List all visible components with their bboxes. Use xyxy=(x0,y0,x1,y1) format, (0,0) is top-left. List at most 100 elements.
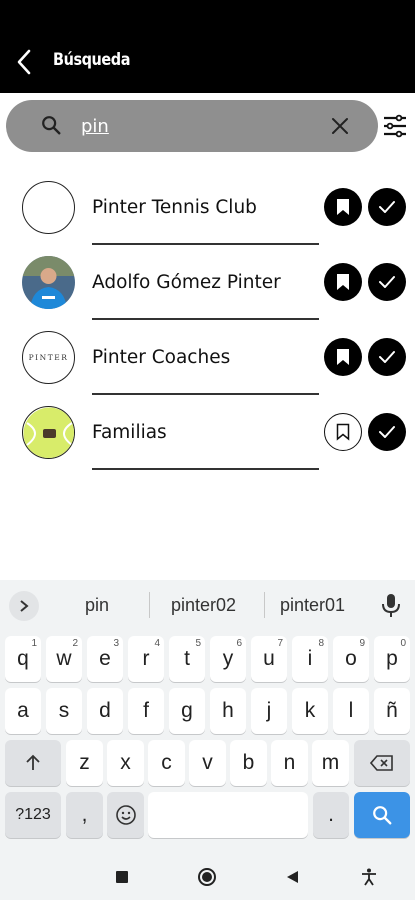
divider xyxy=(92,468,319,470)
suggestion[interactable]: pinter01 xyxy=(280,595,345,616)
expand-toolbar-button[interactable] xyxy=(9,591,39,621)
recents-button[interactable] xyxy=(110,865,134,889)
key-r[interactable]: r4 xyxy=(128,636,164,682)
accessibility-button[interactable] xyxy=(357,865,381,889)
key-t[interactable]: t5 xyxy=(169,636,205,682)
divider xyxy=(92,318,319,320)
key-hint: 2 xyxy=(72,638,78,649)
accessibility-icon xyxy=(362,868,376,886)
home-button[interactable] xyxy=(195,865,219,889)
result-item[interactable]: Familias xyxy=(0,406,415,481)
bookmark-icon xyxy=(337,349,349,365)
key-n[interactable]: n xyxy=(271,740,308,786)
avatar xyxy=(22,406,75,459)
period-key[interactable]: . xyxy=(313,792,349,838)
triangle-left-icon xyxy=(286,871,298,883)
key-w[interactable]: w2 xyxy=(46,636,82,682)
avatar xyxy=(22,181,75,234)
space-key[interactable] xyxy=(148,792,308,838)
key-i[interactable]: i8 xyxy=(292,636,328,682)
key-u[interactable]: u7 xyxy=(251,636,287,682)
check-icon xyxy=(379,276,395,288)
suggestion[interactable]: pinter02 xyxy=(171,595,236,616)
comma-key[interactable]: , xyxy=(66,792,103,838)
square-icon xyxy=(116,871,128,883)
person-photo-icon xyxy=(22,256,75,309)
search-bar[interactable] xyxy=(6,100,378,152)
result-item[interactable]: Pinter Tennis Club xyxy=(0,181,415,256)
result-name: Familias xyxy=(92,422,167,443)
key-z[interactable]: z xyxy=(66,740,103,786)
check-icon xyxy=(379,426,395,438)
key-hint: 3 xyxy=(113,638,119,649)
search-enter-key[interactable] xyxy=(354,792,410,838)
back-button[interactable] xyxy=(10,46,38,78)
key-c[interactable]: c xyxy=(148,740,185,786)
filter-lines-icon[interactable] xyxy=(382,113,408,139)
key-p[interactable]: p0 xyxy=(374,636,410,682)
key-hint: 1 xyxy=(31,638,37,649)
microphone-icon[interactable] xyxy=(380,592,402,618)
key-e[interactable]: e3 xyxy=(87,636,123,682)
follow-check-button[interactable] xyxy=(368,188,406,226)
tennis-ball-icon xyxy=(23,407,74,458)
key-s[interactable]: s xyxy=(46,688,82,734)
key-d[interactable]: d xyxy=(87,688,123,734)
follow-check-button[interactable] xyxy=(368,338,406,376)
check-icon xyxy=(379,201,395,213)
result-name: Pinter Tennis Club xyxy=(92,197,257,218)
search-input[interactable] xyxy=(81,112,311,140)
suggestion-bar: pin pinter02 pinter01 xyxy=(0,580,415,630)
key-label: i xyxy=(307,647,313,670)
key-f[interactable]: f xyxy=(128,688,164,734)
follow-check-button[interactable] xyxy=(368,263,406,301)
backspace-key[interactable] xyxy=(354,740,410,786)
search-icon xyxy=(373,806,392,825)
shift-arrow-icon xyxy=(26,754,40,770)
key-hint: 8 xyxy=(318,638,324,649)
key-q[interactable]: q1 xyxy=(5,636,41,682)
key-l[interactable]: l xyxy=(333,688,369,734)
shift-key[interactable] xyxy=(5,740,61,786)
key-h[interactable]: h xyxy=(210,688,246,734)
key-v[interactable]: v xyxy=(189,740,226,786)
bookmark-button[interactable] xyxy=(324,263,362,301)
nav-back-button[interactable] xyxy=(280,865,304,889)
close-icon[interactable] xyxy=(328,114,352,138)
key-j[interactable]: j xyxy=(251,688,287,734)
app-header: Búsqueda xyxy=(0,0,415,93)
key-label: r xyxy=(142,647,150,670)
symbols-key[interactable]: ?123 xyxy=(5,792,61,838)
divider xyxy=(149,592,150,618)
search-icon xyxy=(42,116,61,135)
key-label: w xyxy=(56,647,72,670)
key-m[interactable]: m xyxy=(312,740,349,786)
key-o[interactable]: o9 xyxy=(333,636,369,682)
key-g[interactable]: g xyxy=(169,688,205,734)
result-item[interactable]: PINTER Pinter Coaches xyxy=(0,331,415,406)
key-label: y xyxy=(222,647,234,670)
chevron-right-icon xyxy=(20,600,29,612)
smiley-icon xyxy=(115,805,136,825)
emoji-key[interactable] xyxy=(107,792,144,838)
avatar: PINTER xyxy=(22,331,75,384)
chevron-left-icon xyxy=(17,49,31,75)
key-k[interactable]: k xyxy=(292,688,328,734)
follow-check-button[interactable] xyxy=(368,413,406,451)
system-nav-bar xyxy=(0,850,415,900)
key-a[interactable]: a xyxy=(5,688,41,734)
key-hint: 6 xyxy=(236,638,242,649)
key-x[interactable]: x xyxy=(107,740,144,786)
key-hint: 0 xyxy=(400,638,406,649)
bookmark-button[interactable] xyxy=(324,188,362,226)
bookmark-button[interactable] xyxy=(324,413,362,451)
key-enye[interactable]: ñ xyxy=(374,688,410,734)
key-label: t xyxy=(184,647,190,670)
key-y[interactable]: y6 xyxy=(210,636,246,682)
result-item[interactable]: Adolfo Gómez Pinter xyxy=(0,256,415,331)
suggestion[interactable]: pin xyxy=(85,595,109,616)
key-hint: 9 xyxy=(359,638,365,649)
key-b[interactable]: b xyxy=(230,740,267,786)
page-title: Búsqueda xyxy=(53,50,131,70)
bookmark-button[interactable] xyxy=(324,338,362,376)
